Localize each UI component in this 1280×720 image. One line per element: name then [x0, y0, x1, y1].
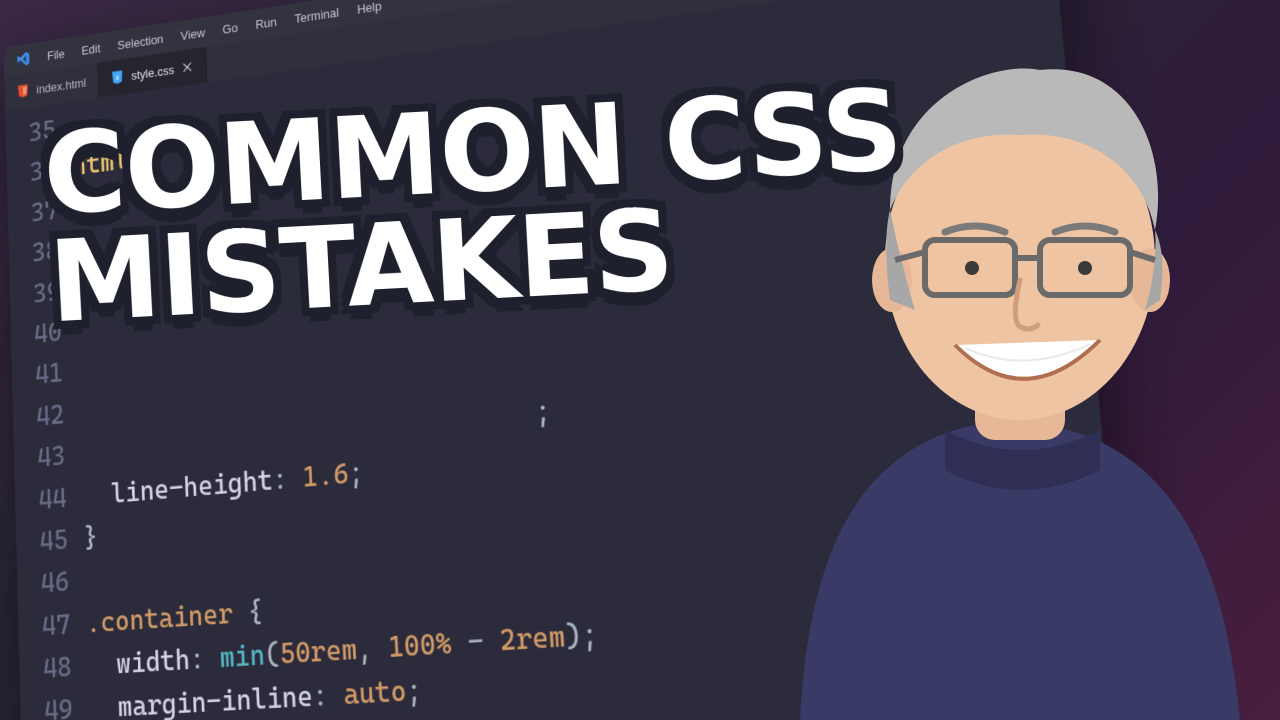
- line-number: 46: [17, 560, 70, 606]
- code-editor[interactable]: 3536373839404142434445464748495051 html …: [5, 0, 1136, 720]
- line-number: 47: [18, 603, 71, 649]
- menu-run[interactable]: Run: [255, 15, 277, 30]
- line-number: 36: [6, 149, 57, 196]
- menu-edit[interactable]: Edit: [81, 42, 100, 57]
- line-number: 38: [8, 230, 60, 277]
- line-number: 44: [15, 476, 68, 522]
- menu-file[interactable]: File: [47, 47, 65, 61]
- line-number: 40: [11, 311, 63, 357]
- svg-text:#: #: [116, 75, 120, 82]
- tab-label: style.css: [131, 63, 174, 81]
- vscode-window: File Edit Selection View Go Run Terminal Help st…: [4, 0, 1147, 720]
- menu-go[interactable]: Go: [222, 21, 238, 35]
- tab-label: index.html: [36, 76, 86, 95]
- code-area: html { ; line-height: 1.6;}.container { …: [71, 0, 1137, 720]
- line-number: 45: [16, 518, 69, 564]
- line-number: 41: [12, 352, 64, 398]
- close-icon[interactable]: [181, 60, 194, 75]
- line-number: 49: [20, 688, 73, 720]
- html-icon: [16, 83, 30, 99]
- menu-terminal[interactable]: Terminal: [294, 6, 339, 25]
- vscode-logo-icon: [15, 50, 30, 69]
- line-number: 42: [13, 393, 65, 439]
- line-number: 48: [19, 646, 72, 692]
- menu-selection[interactable]: Selection: [117, 32, 163, 51]
- line-number: 37: [7, 189, 59, 236]
- line-number: 39: [9, 270, 61, 317]
- line-number: 43: [14, 435, 66, 481]
- line-number: 35: [5, 109, 56, 156]
- menu-view[interactable]: View: [180, 26, 205, 42]
- css-icon: #: [111, 69, 125, 86]
- menu-help[interactable]: Help: [357, 0, 382, 15]
